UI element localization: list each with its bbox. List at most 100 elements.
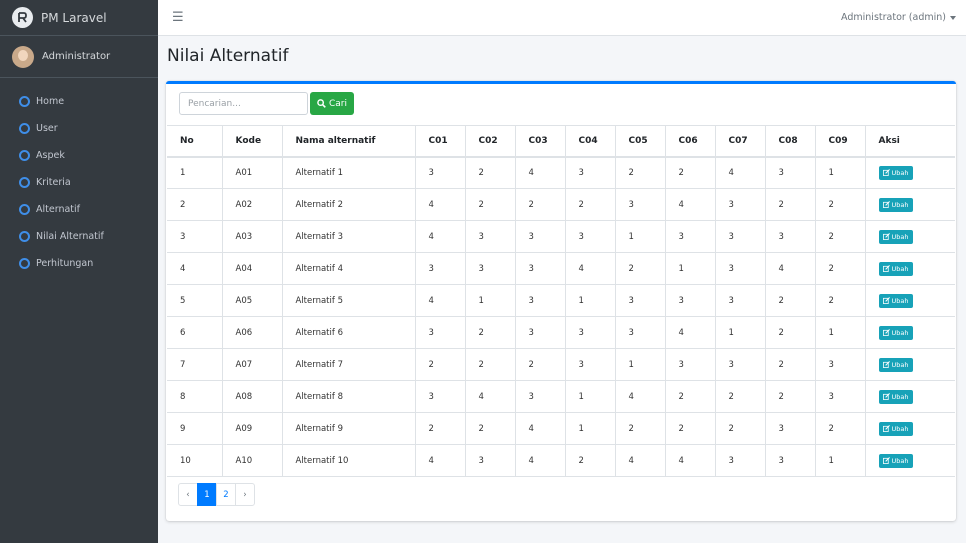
table-cell: 7 — [167, 348, 223, 381]
table-cell: 2 — [614, 412, 666, 445]
pagination-next[interactable]: › — [235, 483, 255, 506]
column-header: Kode — [221, 125, 283, 158]
table-cell: 1 — [814, 444, 866, 477]
table-cell: 3 — [414, 316, 466, 349]
table-cell-actions: Ubah — [864, 188, 955, 221]
table-cell-actions: Ubah — [864, 412, 955, 445]
table-cell: 4 — [464, 380, 516, 413]
table-cell: 1 — [464, 284, 516, 317]
pagination-page-1[interactable]: 1 — [197, 483, 217, 506]
table-cell: 3 — [614, 316, 666, 349]
table-cell: 4 — [414, 284, 466, 317]
table-cell: 4 — [514, 156, 566, 189]
sidebar-item-label: Nilai Alternatif — [36, 231, 104, 242]
table-cell: Alternatif 9 — [281, 412, 416, 445]
sidebar-item-nilai-alternatif[interactable]: Nilai Alternatif — [0, 223, 158, 250]
sidebar-item-alternatif[interactable]: Alternatif — [0, 196, 158, 223]
table-cell: Alternatif 8 — [281, 380, 416, 413]
edit-button[interactable]: Ubah — [878, 357, 913, 372]
table-cell: A08 — [221, 380, 283, 413]
edit-button-label: Ubah — [891, 232, 909, 241]
table-cell: 4 — [564, 252, 616, 285]
table-cell: 3 — [764, 412, 816, 445]
table-body: 1 A01 Alternatif 1 3 2 4 3 2 2 4 3 1 Ubah 2 A02 Alterna… — [167, 156, 955, 477]
table-row: 3 A03 Alternatif 3 4 3 3 3 1 3 3 3 2 Ubah — [167, 220, 955, 253]
edit-button[interactable]: Ubah — [878, 453, 913, 468]
search-input[interactable] — [179, 92, 308, 115]
table-cell: 2 — [464, 188, 516, 221]
table-cell: 2 — [414, 412, 466, 445]
table-cell: 2 — [764, 188, 816, 221]
user-panel[interactable]: Administrator — [0, 36, 158, 78]
table-cell: A09 — [221, 412, 283, 445]
brand-link[interactable]: PM Laravel — [0, 0, 158, 36]
table-cell: 3 — [664, 284, 716, 317]
pagination-page-2[interactable]: 2 — [216, 483, 236, 506]
edit-icon — [882, 201, 890, 208]
search-button[interactable]: Cari — [310, 92, 354, 115]
edit-button[interactable]: Ubah — [878, 389, 913, 404]
table-cell: 2 — [464, 412, 516, 445]
table-cell: A10 — [221, 444, 283, 477]
sidebar-item-user[interactable]: User — [0, 115, 158, 142]
table-cell: 2 — [714, 412, 766, 445]
pagination-prev[interactable]: ‹ — [178, 483, 198, 506]
edit-button[interactable]: Ubah — [878, 197, 913, 212]
table-cell: 3 — [564, 316, 616, 349]
brand-title: PM Laravel — [41, 10, 107, 25]
sidebar-item-kriteria[interactable]: Kriteria — [0, 169, 158, 196]
table-cell: 3 — [764, 444, 816, 477]
table-cell: A02 — [221, 188, 283, 221]
table-cell: A01 — [221, 156, 283, 189]
table-cell-actions: Ubah — [864, 252, 955, 285]
table-cell: 3 — [664, 220, 716, 253]
edit-button[interactable]: Ubah — [878, 229, 913, 244]
edit-button[interactable]: Ubah — [878, 293, 913, 308]
table-row: 1 A01 Alternatif 1 3 2 4 3 2 2 4 3 1 Ubah — [167, 156, 955, 189]
edit-button[interactable]: Ubah — [878, 421, 913, 436]
table-cell: A03 — [221, 220, 283, 253]
circle-icon — [19, 177, 30, 188]
table-cell: 2 — [464, 316, 516, 349]
edit-button-label: Ubah — [891, 360, 909, 369]
table-cell: 2 — [814, 188, 866, 221]
table-cell: 3 — [514, 380, 566, 413]
circle-icon — [19, 258, 30, 269]
column-header: Aksi — [864, 125, 955, 158]
table-cell: 2 — [764, 316, 816, 349]
edit-button[interactable]: Ubah — [878, 261, 913, 276]
edit-button-label: Ubah — [891, 328, 909, 337]
table-cell: 2 — [814, 252, 866, 285]
hamburger-menu-icon[interactable]: ☰ — [172, 10, 184, 25]
table-cell: 4 — [664, 316, 716, 349]
table-cell: 3 — [564, 156, 616, 189]
top-navbar: ☰ Administrator (admin) — [158, 0, 966, 36]
sidebar-item-aspek[interactable]: Aspek — [0, 142, 158, 169]
table-cell: 3 — [664, 348, 716, 381]
table-cell: Alternatif 7 — [281, 348, 416, 381]
sidebar-item-label: Home — [36, 96, 65, 107]
circle-icon — [19, 150, 30, 161]
table-row: 8 A08 Alternatif 8 3 4 3 1 4 2 2 2 3 Ubah — [167, 380, 955, 413]
sidebar-item-perhitungan[interactable]: Perhitungan — [0, 250, 158, 277]
table-cell: 10 — [167, 444, 223, 477]
column-header: C06 — [664, 125, 716, 158]
table-cell: 2 — [564, 188, 616, 221]
table-cell: 3 — [414, 156, 466, 189]
table-cell: 3 — [414, 252, 466, 285]
edit-button[interactable]: Ubah — [878, 325, 913, 340]
table-cell: 3 — [764, 220, 816, 253]
column-header: No — [167, 125, 223, 158]
edit-button-label: Ubah — [891, 264, 909, 273]
table-cell: Alternatif 10 — [281, 444, 416, 477]
column-header: C03 — [514, 125, 566, 158]
table-cell: 2 — [764, 284, 816, 317]
user-dropdown[interactable]: Administrator (admin) — [841, 12, 956, 23]
table-cell: 4 — [414, 220, 466, 253]
sidebar-item-label: Kriteria — [36, 177, 71, 188]
edit-button[interactable]: Ubah — [878, 165, 913, 180]
table-row: 7 A07 Alternatif 7 2 2 2 3 1 3 3 2 3 Ubah — [167, 348, 955, 381]
sidebar-item-home[interactable]: Home — [0, 88, 158, 115]
table-cell: 4 — [514, 412, 566, 445]
table-cell: 4 — [614, 444, 666, 477]
